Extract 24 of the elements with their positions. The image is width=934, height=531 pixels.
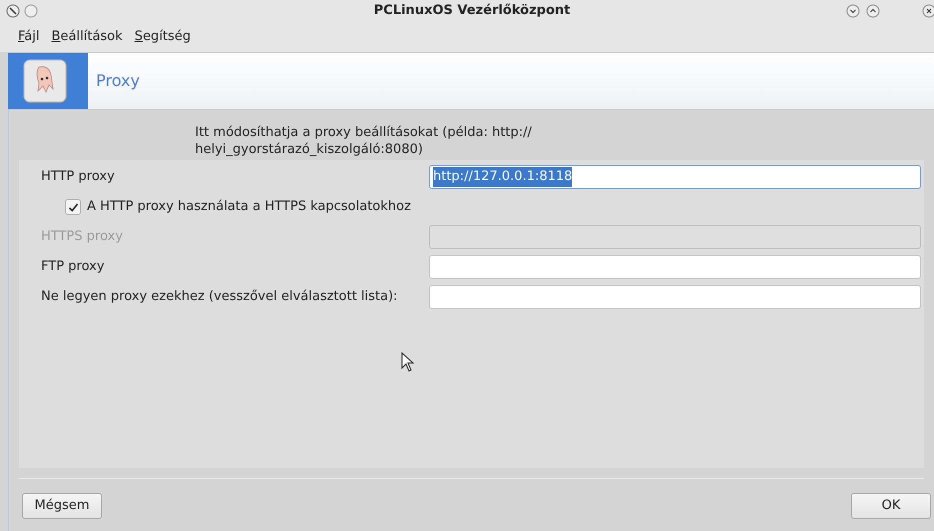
- input-field[interactable]: [429, 255, 921, 279]
- ok-button[interactable]: OK: [851, 493, 931, 519]
- field-label: HTTP proxy: [41, 168, 116, 186]
- menu-item[interactable]: Fájl: [18, 27, 40, 47]
- menu-item[interactable]: Beállítások: [52, 27, 123, 47]
- squid-icon: [23, 59, 67, 103]
- field-label: HTTPS proxy: [41, 228, 124, 246]
- window-title: PCLinuxOS Vezérlőközpont: [374, 2, 570, 20]
- minimize-icon[interactable]: [846, 4, 860, 18]
- cancel-button[interactable]: Mégsem: [22, 493, 102, 519]
- maximize-icon[interactable]: [866, 4, 880, 18]
- checkbox-label: A HTTP proxy használata a HTTPS kapcsolatokhoz: [87, 198, 411, 216]
- header-title: Proxy: [96, 70, 140, 92]
- field-label: FTP proxy: [41, 258, 106, 276]
- menu-item[interactable]: Segítség: [134, 27, 191, 47]
- pointer-icon: [401, 352, 415, 372]
- field-label: Ne legyen proxy ezekhez (vesszővel elválasztott lista):: [41, 288, 399, 306]
- close-icon[interactable]: [922, 4, 934, 18]
- checkbox[interactable]: [65, 199, 81, 215]
- app-icon[interactable]: [6, 4, 20, 18]
- input-field[interactable]: http://127.0.0.1:8118: [429, 165, 921, 189]
- description: Itt módosíthatja a proxy beállításokat (példa: http:// helyi_gyorstárazó_kiszolgáló:8080): [195, 124, 533, 158]
- input-field[interactable]: [429, 285, 921, 309]
- checkmark-icon: [68, 202, 78, 212]
